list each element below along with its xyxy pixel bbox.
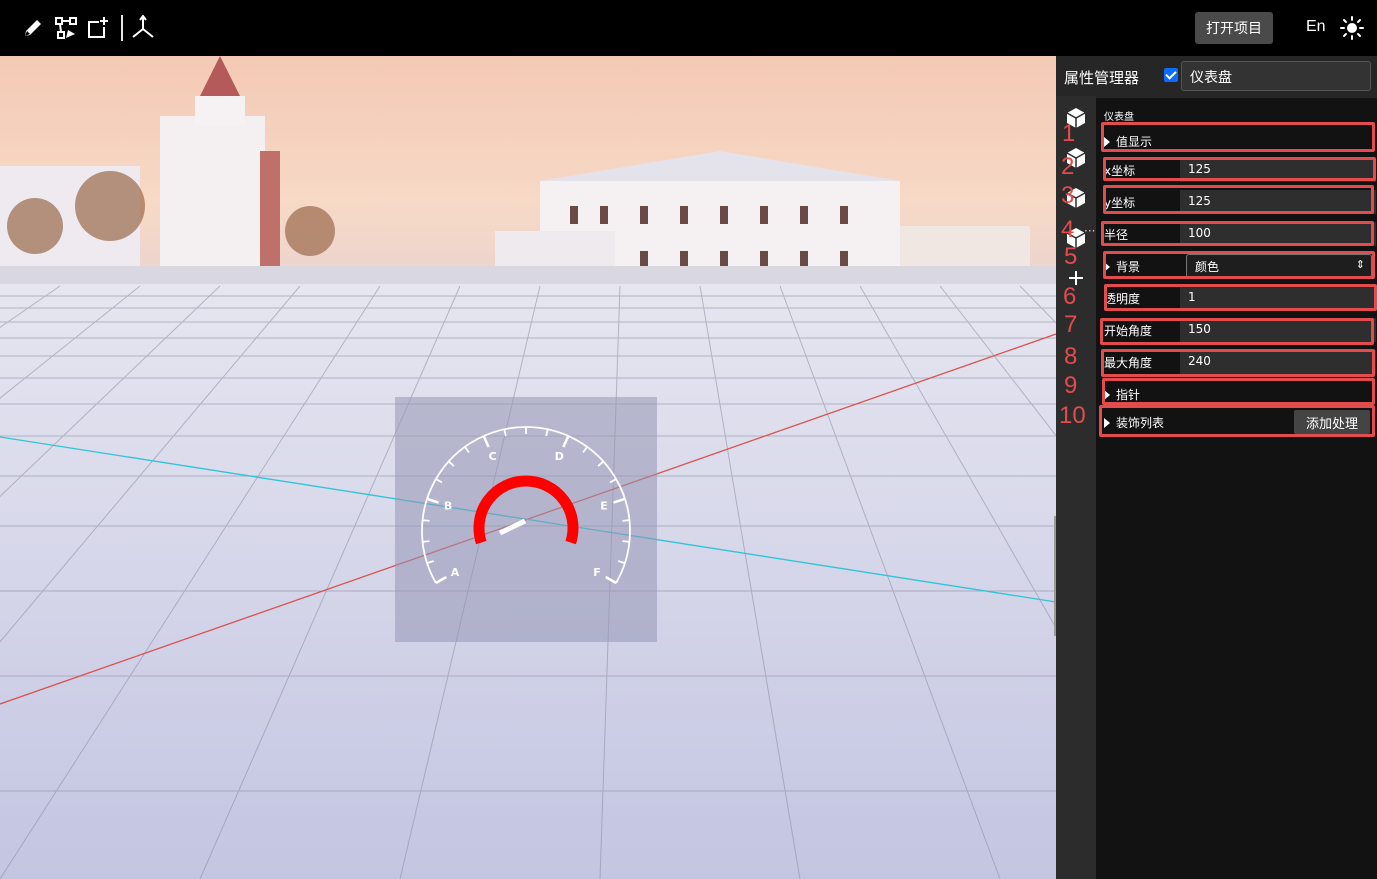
gauge-tick: [582, 446, 588, 454]
app-window: 打开项目 En A B C D E F 属性管理器 仪表盘 ··· 仪表盘 值显…: [0, 0, 1377, 879]
hedge: [0, 266, 1056, 286]
gauge-tick: [622, 540, 630, 543]
annotation-number-3: 3: [1061, 182, 1075, 209]
annotation-box-8: [1101, 349, 1375, 377]
axis-icon[interactable]: [130, 14, 156, 42]
gauge-value-arc: [473, 475, 579, 545]
gauge-tick-label: A: [451, 566, 460, 579]
gauge-tick: [464, 446, 470, 454]
sun-icon[interactable]: [1340, 16, 1364, 40]
annotation-box-9: [1102, 378, 1375, 405]
property-manager-title: 属性管理器: [1064, 69, 1140, 87]
language-toggle[interactable]: En: [1306, 18, 1326, 36]
gauge-tick: [609, 478, 617, 484]
annotation-number-8: 8: [1064, 343, 1078, 370]
annotation-number-1: 1: [1062, 120, 1076, 147]
gauge-tick: [503, 429, 507, 437]
gauge-tick: [597, 460, 604, 467]
annotation-number-10: 10: [1059, 402, 1086, 429]
visible-checkbox[interactable]: [1164, 68, 1178, 82]
gauge-pointer: [498, 518, 527, 536]
gauge-tick: [613, 497, 626, 504]
gauge-tick: [422, 540, 430, 543]
component-icon-strip: ···: [1056, 96, 1096, 879]
pencil-icon[interactable]: [20, 14, 46, 42]
top-toolbar: 打开项目 En: [0, 0, 1377, 56]
component-name-field[interactable]: 仪表盘: [1181, 61, 1371, 91]
gauge-tick: [426, 497, 439, 504]
annotation-number-9: 9: [1064, 372, 1078, 399]
gauge-tick: [426, 560, 435, 564]
gauge-tick: [562, 435, 570, 448]
gauge-tick: [605, 575, 617, 585]
annotation-box-7: [1100, 318, 1374, 345]
gauge-widget[interactable]: A B C D E F: [395, 397, 657, 642]
properties-panel: 仪表盘 值显示 x坐标 125 y坐标 125 半径 100 背景 颜色 ⇕ 透…: [1096, 98, 1377, 879]
annotation-box-4: [1101, 221, 1374, 246]
gauge-tick: [435, 478, 443, 484]
annotation-number-5: 5: [1064, 243, 1078, 270]
gauge-dial: A B C D E F: [421, 426, 631, 585]
gauge-tick: [422, 519, 430, 522]
annotation-box-6: [1104, 284, 1377, 311]
annotation-box-3: [1103, 185, 1374, 214]
gauge-tick-labels: A B C D E F: [444, 450, 608, 579]
gauge-tick: [482, 435, 490, 448]
gauge-ticks: [421, 426, 631, 585]
annotation-box-5: [1103, 251, 1375, 279]
gauge-tick: [545, 429, 549, 437]
node-edit-icon[interactable]: [53, 14, 79, 42]
gauge-tick: [448, 460, 455, 467]
gauge-tick-label: D: [555, 450, 564, 463]
annotation-number-2: 2: [1061, 153, 1075, 180]
annotation-number-4: 4: [1061, 216, 1075, 243]
gauge-tick-label: F: [593, 566, 601, 579]
gauge-tick: [435, 575, 447, 585]
gauge-outer-arc: [421, 426, 631, 584]
annotation-box-2: [1103, 157, 1376, 181]
gauge-tick: [622, 519, 630, 522]
annotation-box-1: [1101, 122, 1375, 152]
section-label: 仪表盘: [1104, 112, 1134, 123]
toolbar-separator: [121, 15, 123, 41]
gauge-tick-label: E: [600, 500, 608, 513]
annotation-number-7: 7: [1064, 311, 1078, 338]
gauge-tick-label: C: [489, 450, 497, 463]
property-manager-header: 属性管理器 仪表盘: [1056, 56, 1377, 98]
3d-viewport[interactable]: A B C D E F: [0, 56, 1056, 879]
open-project-button[interactable]: 打开项目: [1195, 12, 1273, 44]
gauge-tick-label: B: [444, 500, 452, 513]
annotation-box-10: [1099, 405, 1375, 437]
gauge-tick: [617, 560, 626, 564]
annotation-number-6: 6: [1063, 283, 1077, 310]
add-frame-icon[interactable]: [85, 14, 111, 42]
